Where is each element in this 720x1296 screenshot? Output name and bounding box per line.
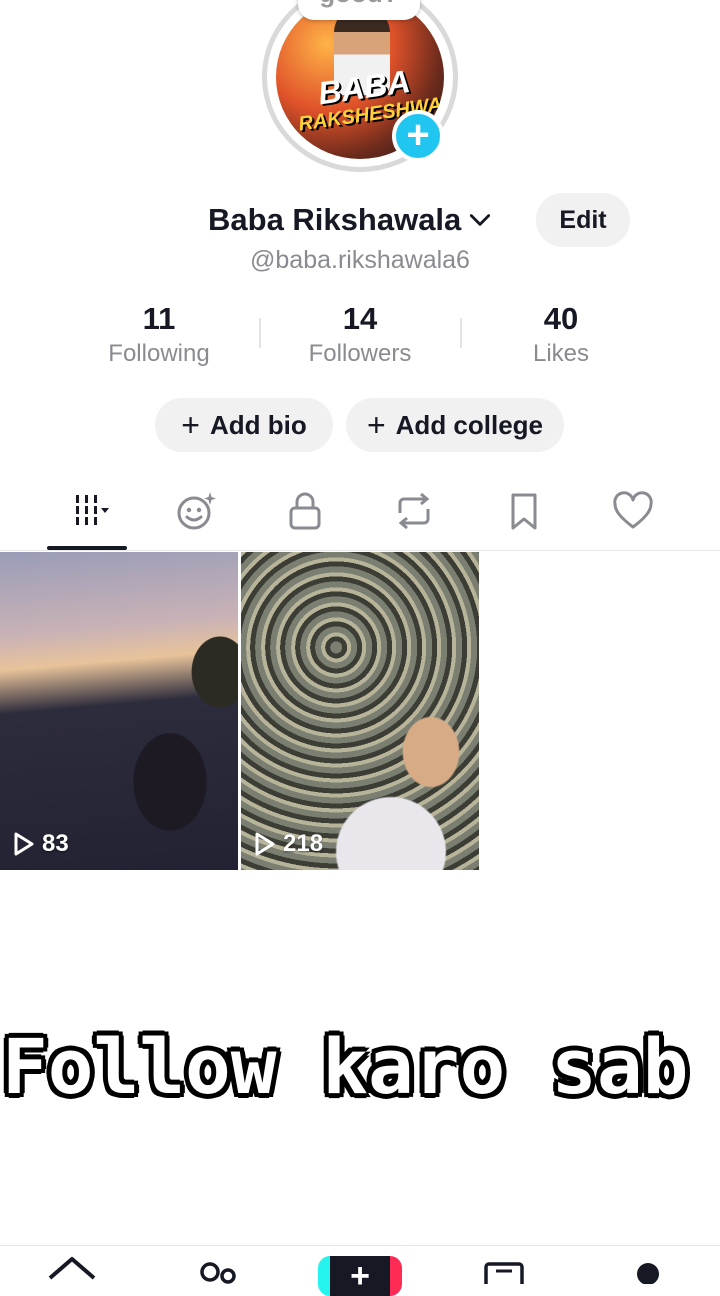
add-college-button[interactable]: + Add college bbox=[346, 398, 564, 452]
profile-handle-text: @baba.rikshawala6 bbox=[250, 246, 470, 274]
tab-face[interactable] bbox=[166, 488, 226, 534]
profile-handle: @baba.rikshawala6 bbox=[0, 246, 720, 275]
play-icon bbox=[255, 832, 275, 856]
stat-likes[interactable]: 40 Likes bbox=[481, 300, 641, 370]
stat-following-value: 11 bbox=[142, 301, 176, 336]
tab-divider bbox=[0, 550, 720, 551]
stat-followers-label: Followers bbox=[308, 340, 412, 367]
add-bio-button[interactable]: + Add bio bbox=[155, 398, 333, 452]
plus-icon: + bbox=[181, 407, 200, 443]
plus-icon: + bbox=[366, 407, 386, 443]
grid-icon bbox=[76, 495, 109, 525]
heart-icon bbox=[613, 491, 653, 529]
create-button[interactable]: + bbox=[318, 1256, 402, 1296]
stat-followers[interactable]: 14 Followers bbox=[280, 300, 440, 370]
repost-icon bbox=[398, 492, 430, 530]
add-avatar-plus-icon[interactable]: + bbox=[392, 110, 444, 162]
stat-following[interactable]: 11 Following bbox=[79, 300, 239, 370]
view-count: 218 bbox=[253, 830, 323, 858]
profile-name: Baba Rikshawala bbox=[208, 202, 462, 237]
stat-following-label: Following bbox=[108, 340, 210, 367]
chevron-down-icon bbox=[470, 214, 491, 226]
face-sparkle-icon bbox=[177, 492, 216, 530]
stat-likes-value: 40 bbox=[543, 301, 579, 336]
view-count-value: 83 bbox=[42, 830, 69, 857]
stat-followers-value: 14 bbox=[342, 301, 378, 336]
bookmark-icon bbox=[511, 493, 537, 530]
bottom-nav-divider bbox=[0, 1245, 720, 1246]
add-bio-label: Add bio bbox=[209, 409, 307, 440]
video-thumbnail[interactable]: 218 bbox=[241, 552, 479, 870]
stat-divider bbox=[460, 318, 462, 348]
edit-profile-button[interactable]: Edit bbox=[536, 193, 630, 247]
play-icon bbox=[14, 832, 34, 856]
speech-bubble[interactable]: good? bbox=[298, 0, 420, 20]
tab-liked[interactable] bbox=[603, 488, 663, 534]
video-thumbnail[interactable]: 83 bbox=[0, 552, 238, 870]
add-college-label: Add college bbox=[395, 409, 544, 440]
tab-videos[interactable] bbox=[60, 488, 120, 534]
overlay-caption: Follow karo sab bbox=[2, 1022, 689, 1111]
tab-favorites[interactable] bbox=[494, 488, 554, 534]
profile-name-row[interactable]: Baba Rikshawala bbox=[208, 198, 493, 242]
stat-likes-label: Likes bbox=[532, 340, 590, 367]
stat-divider bbox=[259, 318, 261, 348]
view-count: 83 bbox=[12, 830, 69, 858]
lock-icon bbox=[289, 492, 321, 530]
tab-private[interactable] bbox=[275, 488, 335, 534]
view-count-value: 218 bbox=[283, 830, 324, 857]
tab-reposts[interactable] bbox=[384, 488, 444, 534]
